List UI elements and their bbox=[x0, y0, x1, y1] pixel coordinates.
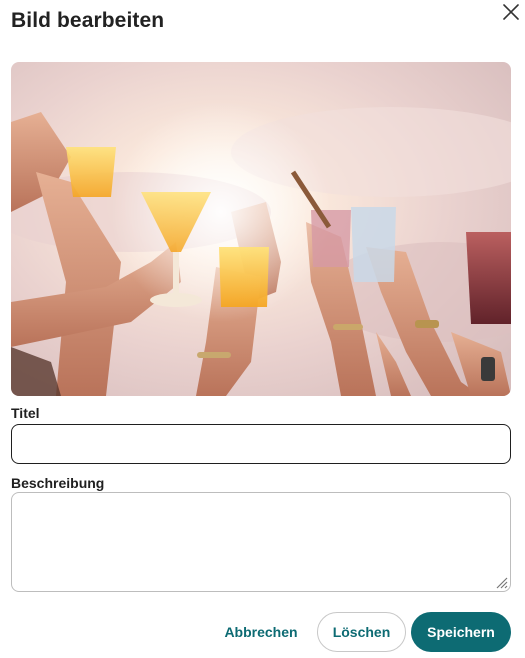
description-label: Beschreibung bbox=[11, 475, 105, 491]
cancel-button[interactable]: Abbrechen bbox=[219, 612, 303, 652]
close-icon bbox=[503, 4, 519, 20]
delete-button[interactable]: Löschen bbox=[317, 612, 406, 652]
dialog-title: Bild bearbeiten bbox=[11, 9, 165, 32]
edit-image-dialog: Bild bearbeiten Titel Beschreibung Abbre… bbox=[0, 0, 525, 658]
title-input[interactable] bbox=[11, 424, 511, 464]
description-textarea[interactable] bbox=[11, 492, 511, 592]
save-button[interactable]: Speichern bbox=[411, 612, 511, 652]
title-label: Titel bbox=[11, 405, 40, 421]
resize-handle-icon[interactable] bbox=[494, 575, 508, 589]
party-drinks-photo bbox=[11, 62, 511, 396]
close-button[interactable] bbox=[499, 0, 523, 24]
image-preview bbox=[11, 62, 511, 396]
